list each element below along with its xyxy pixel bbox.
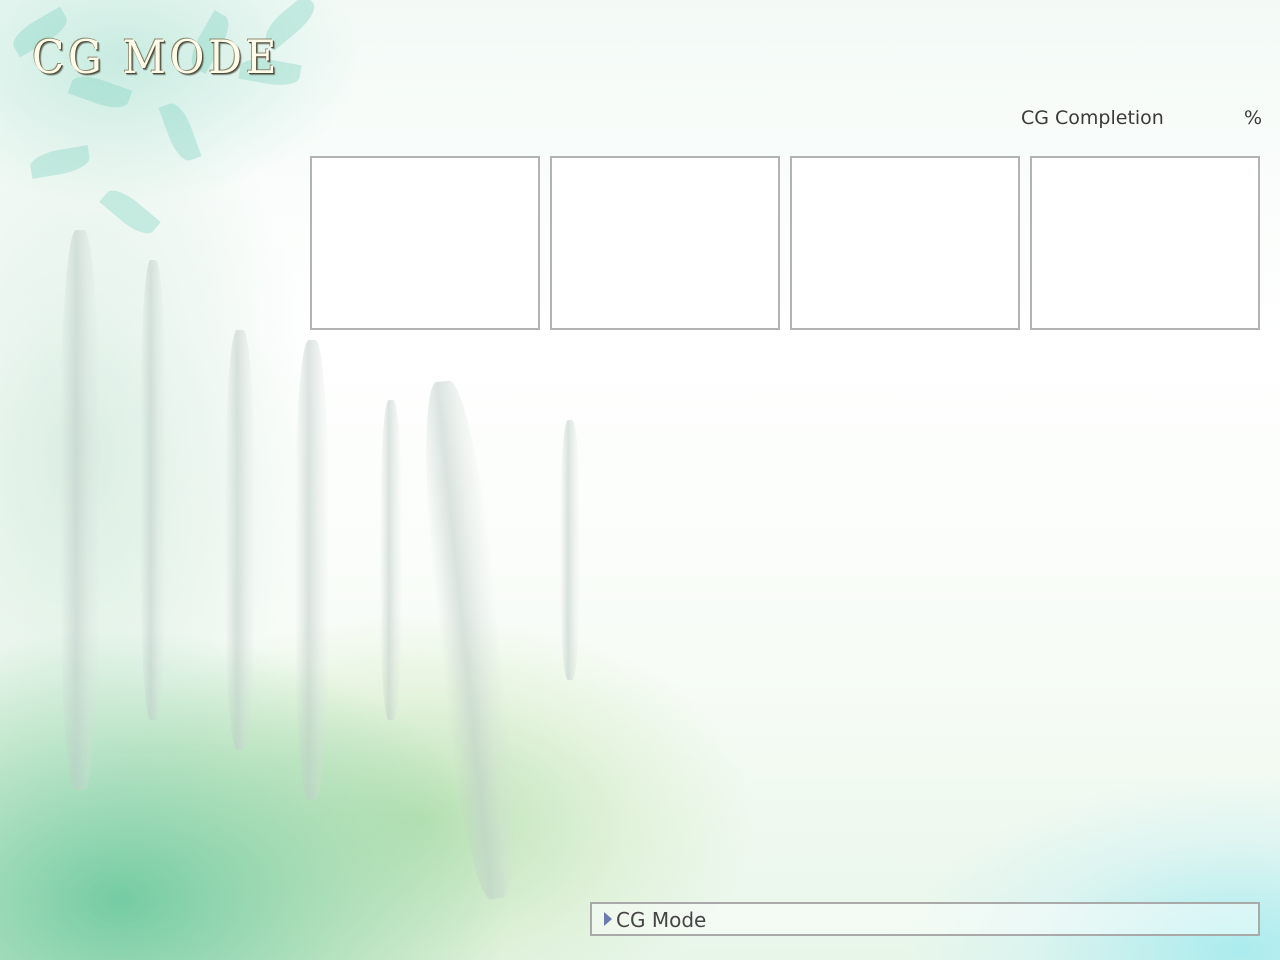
percent-sign: % bbox=[1243, 107, 1262, 129]
cg-thumbnail[interactable] bbox=[550, 156, 780, 330]
cg-thumbnail[interactable] bbox=[1030, 156, 1260, 330]
screen-title: CG MODE bbox=[32, 30, 281, 84]
cg-completion: CG Completion % bbox=[1021, 107, 1262, 131]
cg-completion-label: CG Completion bbox=[1021, 107, 1164, 129]
cg-mode-nav-button[interactable]: CG Mode bbox=[590, 902, 1260, 936]
play-arrow-icon bbox=[604, 912, 612, 926]
forest-background bbox=[0, 0, 1280, 960]
cg-thumbnail[interactable] bbox=[310, 156, 540, 330]
cg-thumbnail[interactable] bbox=[790, 156, 1020, 330]
nav-label: CG Mode bbox=[616, 908, 707, 932]
